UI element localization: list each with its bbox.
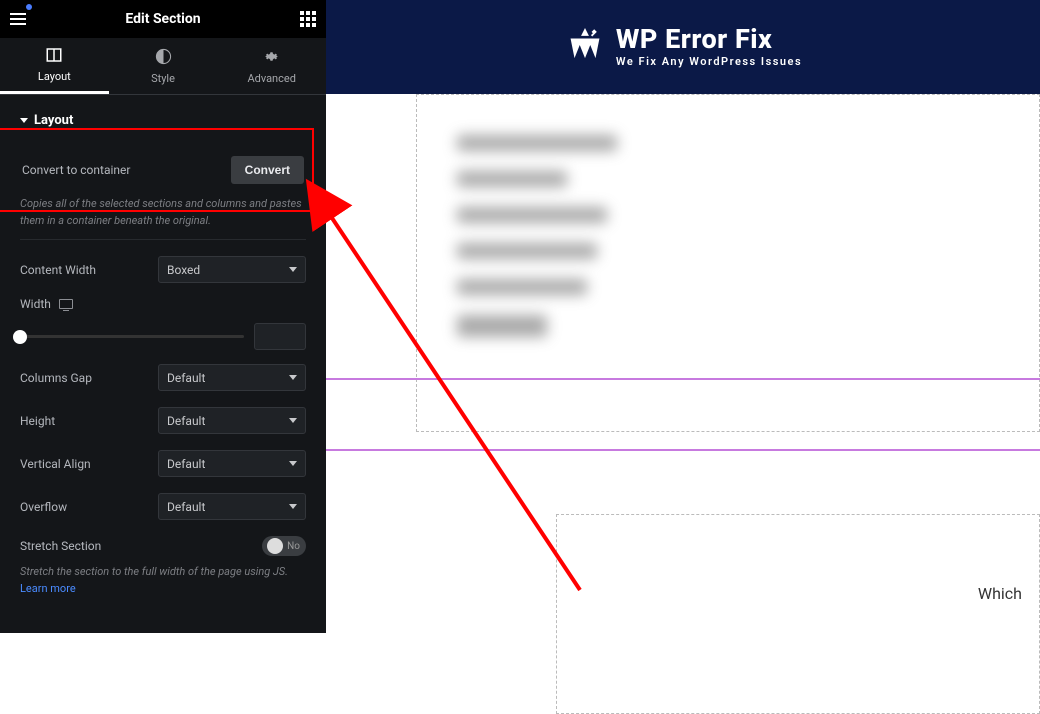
tabs: Layout Style Advanced (0, 38, 326, 95)
width-label: Width (20, 297, 51, 311)
width-slider-row (20, 311, 306, 356)
gear-icon (263, 48, 281, 66)
width-slider[interactable] (20, 335, 244, 338)
brand-text: WP Error Fix We Fix Any WordPress Issues (616, 26, 802, 68)
overflow-row: Overflow Default (20, 485, 306, 528)
tab-advanced-label: Advanced (247, 72, 295, 85)
site-brand: WP Error Fix We Fix Any WordPress Issues (564, 24, 802, 70)
section-widget-2[interactable] (556, 514, 1040, 714)
chevron-down-icon (20, 118, 28, 123)
valign-value: Default (167, 457, 205, 471)
toggle-knob (267, 538, 283, 554)
content-width-row: Content Width Boxed (20, 240, 306, 291)
sidebar-title: Edit Section (36, 11, 290, 27)
hamburger-icon (10, 13, 26, 25)
chevron-down-icon (289, 461, 297, 466)
desktop-icon[interactable] (59, 299, 73, 309)
stretch-row: Stretch Section No (20, 528, 306, 564)
content-width-select[interactable]: Boxed (158, 256, 306, 283)
tab-advanced[interactable]: Advanced (217, 38, 326, 94)
height-row: Height Default (20, 399, 306, 442)
tab-layout[interactable]: Layout (0, 38, 109, 94)
brand-logo-icon (564, 24, 606, 70)
valign-select[interactable]: Default (158, 450, 306, 477)
columns-gap-select[interactable]: Default (158, 364, 306, 391)
convert-row: Convert to container Convert (22, 146, 304, 194)
preview-area: WP Error Fix We Fix Any WordPress Issues… (326, 0, 1040, 633)
blurred-content (417, 95, 1039, 377)
convert-help: Copies all of the selected sections and … (20, 196, 306, 240)
editor-canvas[interactable]: Which (326, 94, 1040, 633)
tab-layout-label: Layout (38, 70, 71, 83)
columns-gap-value: Default (167, 371, 205, 385)
width-input[interactable] (254, 323, 306, 350)
height-select[interactable]: Default (158, 407, 306, 434)
chevron-down-icon (289, 504, 297, 509)
slider-thumb[interactable] (13, 330, 27, 344)
style-icon (154, 48, 172, 66)
section-selection-border-top (326, 378, 1040, 380)
chevron-down-icon (289, 267, 297, 272)
convert-button[interactable]: Convert (231, 156, 304, 184)
convert-label: Convert to container (22, 163, 130, 177)
height-value: Default (167, 414, 205, 428)
tab-style[interactable]: Style (109, 38, 218, 94)
columns-gap-label: Columns Gap (20, 371, 92, 385)
section-widget-1[interactable] (416, 94, 1040, 432)
vertical-align-row: Vertical Align Default (20, 442, 306, 485)
notification-dot-icon (26, 4, 32, 10)
learn-more-link[interactable]: Learn more (20, 582, 76, 595)
which-text: Which (978, 584, 1022, 603)
stretch-toggle[interactable]: No (262, 536, 306, 556)
content-width-label: Content Width (20, 263, 96, 277)
brand-tagline: We Fix Any WordPress Issues (616, 55, 802, 68)
columns-gap-row: Columns Gap Default (20, 356, 306, 399)
valign-label: Vertical Align (20, 457, 91, 471)
widgets-button[interactable] (290, 11, 326, 27)
height-label: Height (20, 414, 55, 428)
overflow-label: Overflow (20, 500, 67, 514)
grid-icon (300, 11, 316, 27)
chevron-down-icon (289, 375, 297, 380)
chevron-down-icon (289, 418, 297, 423)
width-row: Width (20, 291, 306, 311)
overflow-select[interactable]: Default (158, 493, 306, 520)
overflow-value: Default (167, 500, 205, 514)
layout-icon (45, 46, 63, 64)
sidebar-header: Edit Section (0, 0, 326, 38)
stretch-label: Stretch Section (20, 539, 101, 553)
tab-style-label: Style (151, 72, 175, 85)
content-width-value: Boxed (167, 263, 200, 277)
menu-button[interactable] (0, 0, 36, 38)
editor-sidebar: Edit Section Layout Style Advanced (0, 0, 326, 633)
stretch-help-text: Stretch the section to the full width of… (20, 565, 288, 578)
toggle-state: No (287, 541, 300, 552)
brand-name: WP Error Fix (616, 26, 802, 53)
sidebar-body: Layout Convert to container Convert Copi… (0, 95, 326, 625)
section-title-label: Layout (34, 113, 73, 128)
section-selection-border-bottom (326, 449, 1040, 451)
site-header: WP Error Fix We Fix Any WordPress Issues (326, 0, 1040, 94)
stretch-help: Stretch the section to the full width of… (20, 564, 306, 607)
